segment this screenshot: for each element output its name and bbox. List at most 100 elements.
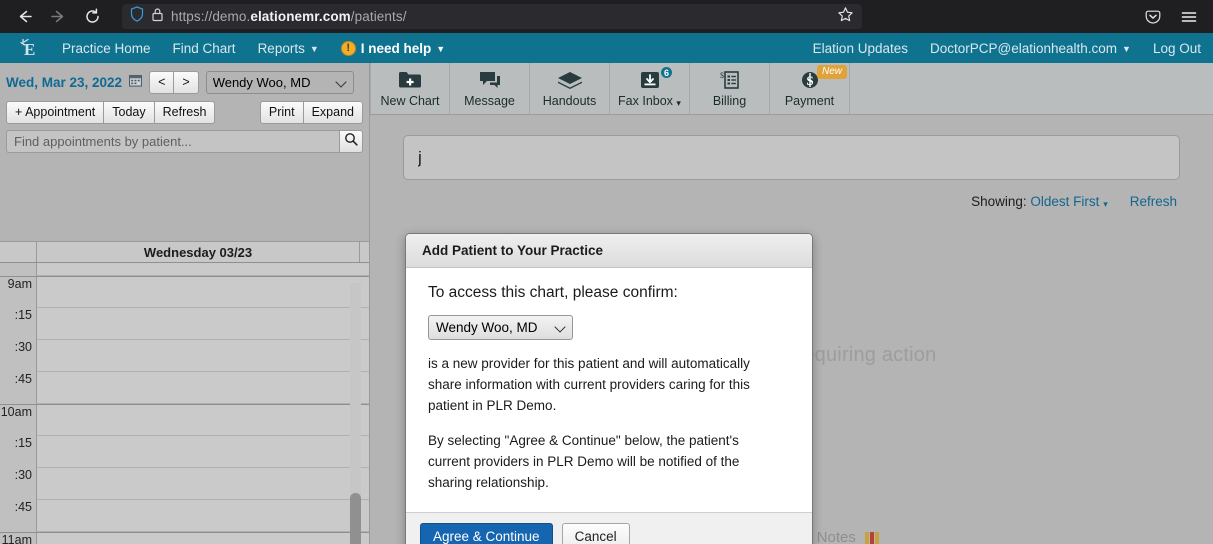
toolbar-label: Handouts [542, 94, 597, 108]
slot-cell[interactable] [37, 276, 369, 308]
nav-elation-updates[interactable]: Elation Updates [813, 41, 908, 56]
schedule-right-buttons: Print Expand [259, 101, 363, 124]
time-slot[interactable]: :15 [0, 436, 369, 468]
patient-search-input[interactable] [403, 135, 1180, 180]
message-bubble-icon [478, 69, 502, 91]
fax-inbox-badge: 6 [660, 66, 673, 79]
calendar-icon[interactable] [129, 74, 143, 92]
slot-cell[interactable] [37, 500, 369, 532]
modal-provider-select[interactable]: Wendy Woo, MD [428, 315, 573, 340]
back-arrow-icon [16, 8, 33, 25]
time-slot[interactable]: :30 [0, 468, 369, 500]
slot-cell[interactable] [37, 436, 369, 468]
main-panel: New Chart Message Handouts 6 Fax Inbox ▾… [370, 63, 1213, 544]
time-slot[interactable]: :45 [0, 500, 369, 532]
expand-button[interactable]: Expand [302, 101, 363, 124]
draft-notes-icon [864, 531, 882, 544]
toolbar-fax-inbox[interactable]: 6 Fax Inbox ▾ [610, 63, 690, 114]
slot-cell[interactable] [37, 340, 369, 372]
address-bar[interactable]: https://demo.elationemr.com/patients/ [122, 4, 862, 29]
nav-practice-home[interactable]: Practice Home [62, 41, 151, 56]
day-column-title: Wednesday 03/23 [143, 244, 253, 260]
nav-reports[interactable]: Reports ▼ [258, 41, 319, 56]
time-slot[interactable]: 9am [0, 276, 369, 308]
url-prefix: https://demo. [171, 9, 251, 24]
slot-time-label: :45 [0, 372, 37, 404]
toolbar-message[interactable]: Message [450, 63, 530, 114]
chevron-down-icon: ▼ [436, 43, 446, 54]
nav-label: I need help [360, 40, 432, 56]
url-text: https://demo.elationemr.com/patients/ [171, 9, 407, 24]
chevron-down-icon: ▾ [1103, 199, 1108, 209]
back-button[interactable] [8, 3, 40, 31]
reload-button[interactable] [76, 3, 108, 31]
slot-cell[interactable] [37, 532, 369, 544]
handouts-pages-icon [557, 69, 583, 91]
add-appointment-button[interactable]: + Appointment [6, 101, 104, 124]
nav-label: Log Out [1152, 40, 1201, 56]
top-nav-right: Elation Updates DoctorPCP@elationhealth.… [791, 41, 1201, 56]
chevron-down-icon: ▾ [676, 98, 681, 108]
print-button[interactable]: Print [259, 101, 303, 124]
slot-cell[interactable] [37, 468, 369, 500]
time-slot[interactable]: :30 [0, 340, 369, 372]
modal-prompt: To access this chart, please confirm: [428, 284, 678, 301]
today-button[interactable]: Today [103, 101, 154, 124]
nav-i-need-help[interactable]: ! I need help ▼ [340, 40, 446, 56]
svg-text:$: $ [720, 71, 724, 80]
find-appointments-button[interactable] [339, 130, 363, 153]
provider-select-wrapper: Wendy Woo, MD [205, 71, 354, 94]
day-grid-header: Wednesday 03/23 [0, 241, 369, 263]
time-slot[interactable]: 11am [0, 532, 369, 544]
toolbar-billing[interactable]: $ Billing [690, 63, 770, 114]
modal-footer: Agree & Continue Cancel [406, 511, 812, 544]
elation-logo-icon[interactable]: E [12, 33, 48, 63]
time-slot[interactable]: 10am [0, 404, 369, 436]
sort-order-dropdown[interactable]: Oldest First ▾ [1030, 194, 1107, 209]
slot-cell[interactable] [37, 372, 369, 404]
cancel-button[interactable]: Cancel [561, 522, 630, 544]
schedule-refresh-button[interactable]: Refresh [153, 101, 216, 124]
time-slot[interactable] [0, 263, 369, 276]
day-grid: Wednesday 03/23 9am:15:30:45 10am:15:30:4… [0, 241, 369, 544]
shield-icon[interactable] [130, 6, 144, 27]
slot-cell[interactable] [37, 263, 369, 276]
slot-cell[interactable] [37, 404, 369, 436]
previous-day-button[interactable]: < [149, 71, 174, 94]
nav-find-chart[interactable]: Find Chart [173, 41, 236, 56]
modal-body: To access this chart, please confirm: We… [406, 268, 812, 512]
modal-title: Add Patient to Your Practice [406, 234, 812, 268]
toolbar-new-chart[interactable]: New Chart [370, 63, 450, 114]
pocket-button[interactable] [1137, 3, 1169, 31]
star-icon[interactable] [837, 6, 854, 28]
nav-log-out[interactable]: Log Out [1153, 41, 1201, 56]
nav-label: DoctorPCP@elationhealth.com [929, 40, 1118, 56]
main-refresh-link[interactable]: Refresh [1130, 194, 1177, 209]
toolbar-label: Fax Inbox ▾ [618, 94, 681, 108]
time-slot[interactable]: :15 [0, 308, 369, 340]
time-slot[interactable]: :45 [0, 372, 369, 404]
nav-label: Elation Updates [812, 40, 908, 56]
nav-label: Practice Home [62, 40, 151, 56]
agree-and-continue-button[interactable]: Agree & Continue [420, 522, 553, 544]
slot-time-label [0, 263, 37, 276]
next-day-button[interactable]: > [173, 71, 199, 94]
nav-user-account[interactable]: DoctorPCP@elationhealth.com ▼ [930, 41, 1131, 56]
slot-time-label: :45 [0, 500, 37, 532]
find-appointments-row [0, 128, 369, 159]
lock-icon[interactable] [151, 7, 164, 27]
schedule-left-buttons: + Appointment Today Refresh [6, 101, 216, 124]
schedule-action-row: + Appointment Today Refresh Print Expand [0, 96, 369, 128]
schedule-scrollbar-thumb[interactable] [350, 493, 361, 544]
slot-time-label: 9am [0, 276, 37, 308]
find-appointments-input[interactable] [6, 130, 339, 153]
forward-arrow-icon [50, 8, 67, 25]
slot-cell[interactable] [37, 308, 369, 340]
provider-select[interactable]: Wendy Woo, MD [205, 71, 354, 94]
action-toolbar: New Chart Message Handouts 6 Fax Inbox ▾… [370, 63, 1213, 115]
forward-button[interactable] [42, 3, 74, 31]
menu-button[interactable] [1173, 3, 1205, 31]
toolbar-payment[interactable]: S New Payment [770, 63, 850, 114]
chevron-down-icon: ▼ [309, 43, 319, 54]
toolbar-handouts[interactable]: Handouts [530, 63, 610, 114]
